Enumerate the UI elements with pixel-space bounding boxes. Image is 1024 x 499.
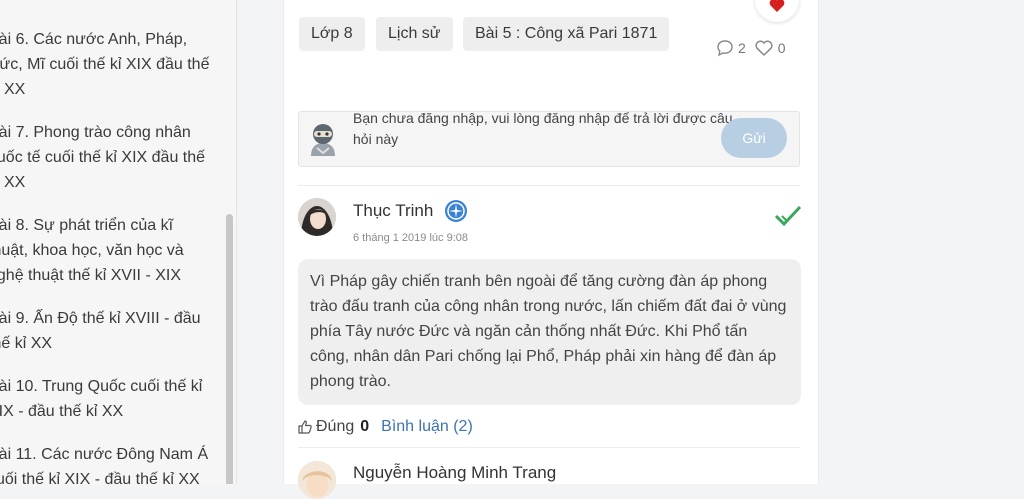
tag-lesson[interactable]: Bài 5 : Công xã Pari 1871: [463, 17, 670, 51]
lesson-link[interactable]: Bài 11. Các nước Đông Nam Á cuối thế kỉ …: [0, 442, 214, 484]
thumbs-up-icon[interactable]: [298, 420, 312, 434]
login-prompt: Bạn chưa đăng nhập, vui lòng đăng nhập đ…: [298, 111, 800, 167]
sidebar-scrollbar[interactable]: [226, 214, 233, 484]
answer-content: Vì Pháp gây chiến tranh bên ngoài để tăn…: [298, 259, 801, 405]
comment-count: 2: [738, 40, 746, 56]
vote-correct-label[interactable]: Đúng: [316, 418, 354, 436]
answer-timestamp: 6 tháng 1 2019 lúc 9:08: [353, 232, 468, 244]
avatar[interactable]: [298, 461, 336, 499]
answer-author[interactable]: Thục Trinh: [353, 201, 433, 221]
answer-author[interactable]: Nguyễn Hoàng Minh Trang: [353, 463, 556, 483]
lesson-link[interactable]: Bài 7. Phong trào công nhân quốc tế cuối…: [0, 120, 214, 195]
anonymous-user-icon: [311, 124, 335, 156]
user-photo: [298, 461, 336, 499]
answer-actions: Đúng 0 Bình luận (2): [298, 416, 473, 438]
send-button[interactable]: Gửi: [721, 118, 787, 158]
user-rank-badge-icon: [445, 200, 467, 222]
heart-icon: [769, 0, 785, 12]
divider: [298, 447, 800, 448]
lesson-link[interactable]: Bài 6. Các nước Anh, Pháp, Đức, Mĩ cuối …: [0, 27, 214, 102]
divider: [298, 185, 800, 186]
lesson-link[interactable]: Bài 9. Ấn Độ thế kỉ XVIII - đầu thế kỉ X…: [0, 306, 214, 356]
avatar[interactable]: [298, 198, 336, 236]
comment-icon[interactable]: [716, 39, 734, 57]
vote-count: 0: [360, 418, 370, 435]
heart-outline-icon[interactable]: [754, 39, 774, 57]
question-stats: 2 0: [716, 38, 786, 58]
lesson-list: Bài 6. Các nước Anh, Pháp, Đức, Mĩ cuối …: [0, 27, 214, 484]
comments-link[interactable]: Bình luận (2): [381, 418, 473, 436]
login-prompt-text: Bạn chưa đăng nhập, vui lòng đăng nhập đ…: [353, 111, 733, 147]
checkmark-icon: [774, 205, 802, 227]
lesson-link[interactable]: Bài 8. Sự phát triển của kĩ thuật, khoa …: [0, 213, 214, 288]
user-photo: [298, 198, 336, 236]
tag-grade[interactable]: Lớp 8: [299, 17, 365, 51]
like-count: 0: [777, 40, 786, 56]
lesson-sidebar: Bài 6. Các nước Anh, Pháp, Đức, Mĩ cuối …: [0, 0, 237, 484]
tag-subject[interactable]: Lịch sử: [376, 17, 453, 51]
lesson-link[interactable]: Bài 10. Trung Quốc cuối thế kỉ XIX - đầu…: [0, 374, 214, 424]
